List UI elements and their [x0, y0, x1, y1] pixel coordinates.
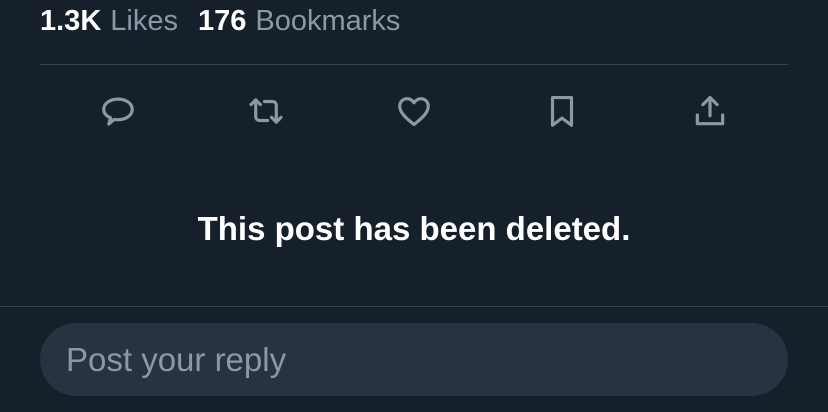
- stats-divider: [40, 64, 788, 65]
- bookmarks-stat[interactable]: 176 Bookmarks: [198, 5, 400, 38]
- like-button[interactable]: [391, 88, 437, 134]
- repost-button[interactable]: [243, 88, 289, 134]
- reply-composer[interactable]: [40, 323, 788, 396]
- bookmark-icon: [550, 95, 574, 127]
- reply-button[interactable]: [95, 88, 141, 134]
- reply-input[interactable]: [64, 339, 788, 380]
- bookmarks-count: 176: [197, 4, 247, 37]
- bookmark-button[interactable]: [539, 88, 585, 134]
- likes-count: 1.3K: [40, 4, 102, 37]
- bookmarks-label: Bookmarks: [255, 4, 401, 37]
- engagement-stats: 1.3K Likes 176 Bookmarks: [40, 0, 400, 42]
- reply-divider: [0, 306, 828, 307]
- deleted-post-notice: This post has been deleted.: [197, 210, 631, 247]
- share-icon: [695, 95, 725, 126]
- action-bar: [0, 88, 828, 134]
- likes-stat[interactable]: 1.3K Likes: [40, 5, 178, 38]
- retweet-icon: [249, 98, 283, 124]
- comment-icon: [102, 97, 134, 126]
- heart-icon: [398, 97, 430, 127]
- likes-label: Likes: [110, 4, 178, 37]
- share-button[interactable]: [687, 88, 733, 134]
